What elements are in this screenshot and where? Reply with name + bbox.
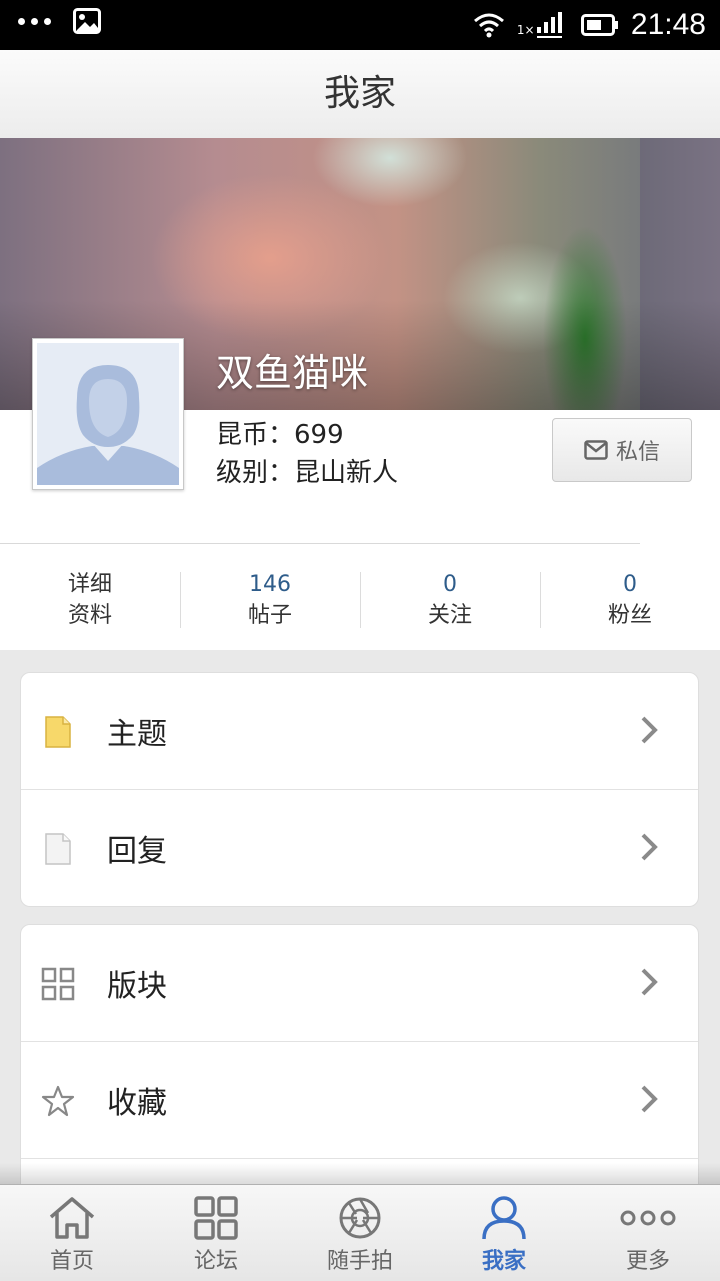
- more-dots-icon: [18, 17, 51, 25]
- stat-posts-count: 146: [249, 572, 291, 597]
- menu-item-boards-label: 版块: [107, 969, 167, 1004]
- menu-item-favorites-label: 收藏: [107, 1086, 167, 1121]
- wifi-icon: [473, 13, 504, 38]
- more-icon: [620, 1210, 676, 1226]
- menu-item-replies[interactable]: 回复: [21, 789, 698, 906]
- grid-icon: [41, 967, 75, 1001]
- level-info: 级别：昆山新人: [216, 452, 398, 489]
- stat-fans[interactable]: 0 粉丝: [540, 560, 720, 640]
- level-value: 昆山新人: [294, 458, 399, 488]
- menu-card-posts: 主题 回复: [20, 672, 699, 907]
- star-icon: [41, 1085, 75, 1117]
- person-icon: [482, 1196, 526, 1240]
- tab-home-label: 首页: [49, 1249, 94, 1274]
- tab-my-home-label: 我家: [481, 1249, 526, 1274]
- avatar[interactable]: [32, 338, 184, 490]
- signal-label: 1×: [516, 23, 535, 37]
- chevron-right-icon: [641, 833, 658, 861]
- username: 双鱼猫咪: [216, 351, 369, 395]
- stat-details-line1: 详细: [67, 572, 112, 597]
- coins-label: 昆币：: [216, 420, 295, 450]
- tab-forum-label: 论坛: [193, 1249, 238, 1274]
- stat-following-count: 0: [443, 572, 457, 597]
- tab-forum[interactable]: 论坛: [144, 1185, 288, 1281]
- tab-snapshot-label: 随手拍: [326, 1249, 393, 1274]
- bottom-tab-bar: 首页 论坛 随手拍 我家 更多: [0, 1163, 720, 1281]
- camera-aperture-icon: [339, 1197, 381, 1239]
- tab-my-home[interactable]: 我家: [432, 1185, 576, 1281]
- battery-icon: [580, 14, 618, 36]
- menu-item-topics[interactable]: 主题: [21, 673, 698, 789]
- envelope-icon: [584, 440, 608, 460]
- page-title: 我家: [0, 50, 720, 139]
- menu-item-replies-label: 回复: [107, 834, 167, 869]
- stat-fans-count: 0: [623, 572, 637, 597]
- chevron-right-icon: [641, 968, 658, 996]
- clock: 21:48: [630, 8, 706, 41]
- stat-details[interactable]: 详细 资料: [0, 560, 180, 640]
- profile-stats: 详细 资料 146 帖子 0 关注 0 粉丝: [0, 560, 720, 640]
- coins-value: 699: [294, 420, 344, 450]
- home-icon: [49, 1197, 95, 1239]
- grid-icon: [194, 1196, 238, 1240]
- stat-fans-label: 粉丝: [607, 603, 652, 628]
- menu-item-boards[interactable]: 版块: [21, 925, 698, 1041]
- chevron-right-icon: [641, 716, 658, 744]
- topic-document-icon: [45, 716, 71, 748]
- status-bar: 1× 21:48: [0, 0, 720, 50]
- stat-details-line2: 资料: [67, 603, 112, 628]
- stat-following-label: 关注: [427, 603, 472, 628]
- tab-home[interactable]: 首页: [0, 1185, 144, 1281]
- menu-item-topics-label: 主题: [107, 717, 167, 752]
- gallery-notification-icon: [73, 8, 101, 34]
- level-label: 级别：: [216, 458, 295, 488]
- stat-posts-label: 帖子: [247, 603, 292, 628]
- coins-info: 昆币：699: [216, 414, 344, 451]
- tab-more[interactable]: 更多: [576, 1185, 720, 1281]
- chevron-right-icon: [641, 1085, 658, 1113]
- signal-icon: 1×: [517, 9, 569, 41]
- private-message-button[interactable]: 私信: [552, 418, 692, 482]
- menu-item-favorites[interactable]: 收藏: [21, 1041, 698, 1158]
- tab-more-label: 更多: [625, 1249, 670, 1274]
- private-message-label: 私信: [615, 440, 660, 465]
- divider: [0, 543, 640, 544]
- stat-following[interactable]: 0 关注: [360, 560, 540, 640]
- tab-snapshot[interactable]: 随手拍: [288, 1185, 432, 1281]
- stat-posts[interactable]: 146 帖子: [180, 560, 360, 640]
- reply-document-icon: [45, 833, 71, 865]
